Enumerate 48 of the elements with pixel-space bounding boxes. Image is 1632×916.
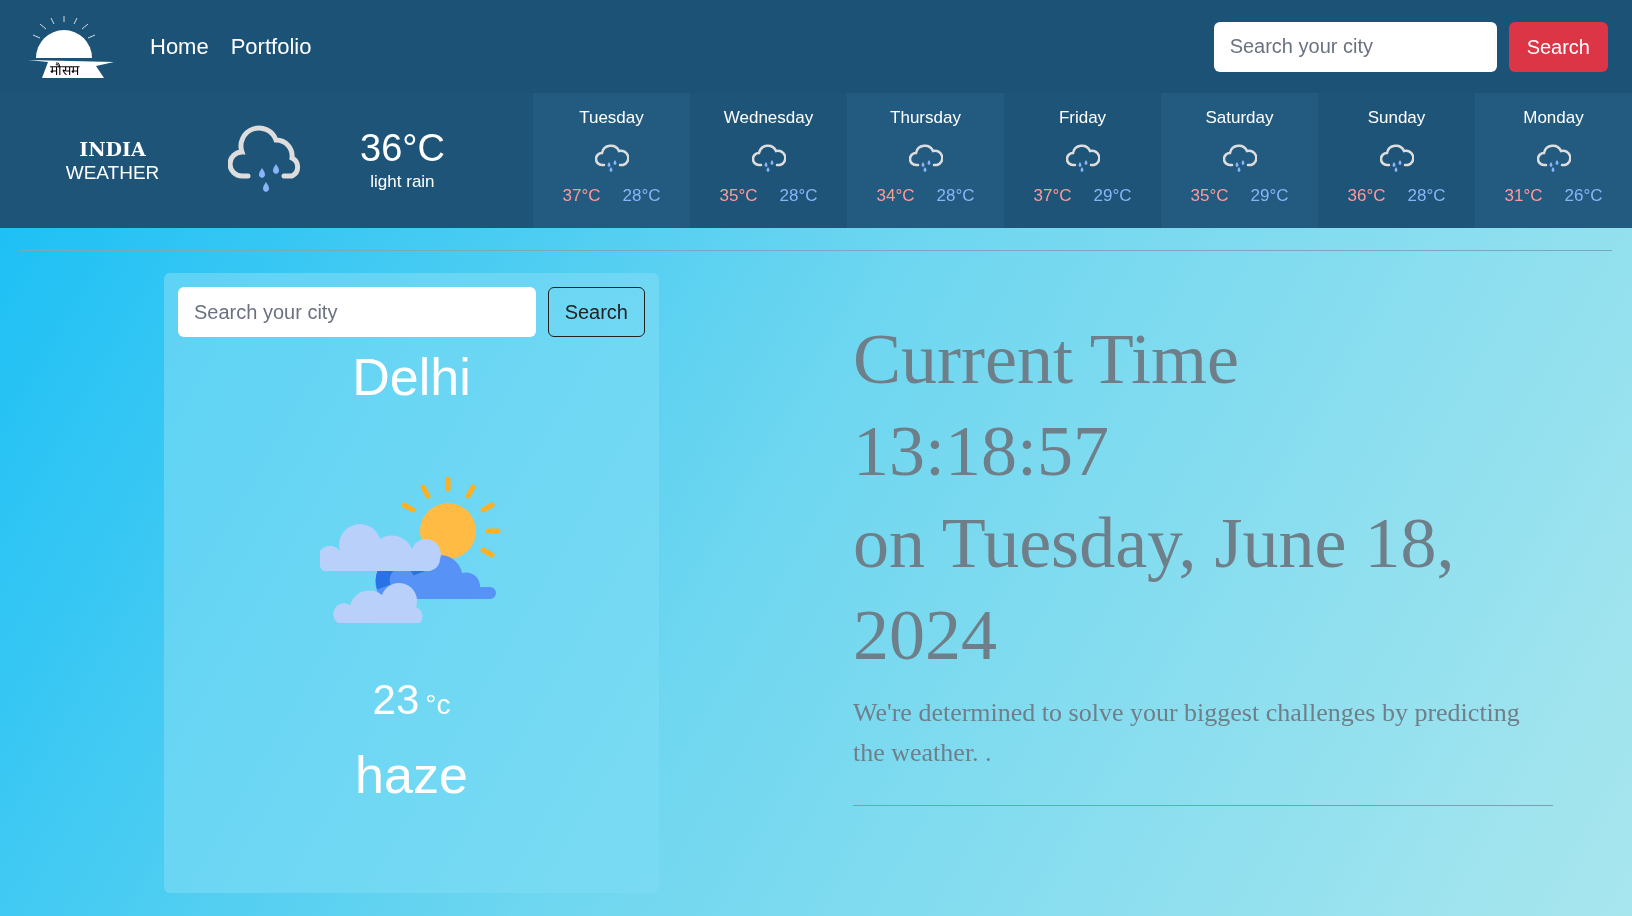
high-temperature: 35°C bbox=[719, 184, 758, 207]
city-name: Delhi bbox=[352, 347, 471, 407]
high-temperature: 31°C bbox=[1504, 184, 1543, 207]
title-text: INDIA bbox=[79, 137, 146, 161]
low-temperature: 28°C bbox=[779, 184, 818, 207]
logo-text: मौसम bbox=[50, 62, 79, 77]
search-field[interactable]: Search your city bbox=[178, 287, 536, 337]
high-temperature: 36°C bbox=[1347, 184, 1386, 207]
day-name: Saturday bbox=[1205, 107, 1274, 129]
nav-link[interactable]: Portfolio bbox=[230, 30, 312, 63]
rain-cloud-icon bbox=[908, 142, 943, 173]
day-name: Wednesday bbox=[723, 107, 814, 129]
high-temperature: 37°C bbox=[562, 184, 601, 207]
unit-text: °c bbox=[425, 688, 451, 722]
title-text: WEATHER bbox=[65, 160, 160, 184]
low-temperature: 29°C bbox=[1250, 184, 1289, 207]
nav-link[interactable]: Home bbox=[150, 30, 209, 63]
time-heading: 13:18:57 bbox=[853, 410, 1110, 493]
rain-cloud-icon bbox=[594, 142, 629, 173]
rain-cloud-icon bbox=[1222, 142, 1257, 173]
low-temperature: 28°C bbox=[936, 184, 975, 207]
day-name: Tuesday bbox=[579, 107, 644, 129]
day-name: Thursday bbox=[890, 107, 961, 129]
day-name: Monday bbox=[1523, 107, 1584, 129]
rain-cloud-icon bbox=[1065, 142, 1100, 173]
low-temperature: 26°C bbox=[1564, 184, 1603, 207]
low-temperature: 28°C bbox=[622, 184, 661, 207]
high-temperature: 34°C bbox=[876, 184, 915, 207]
rain-cloud-icon bbox=[1379, 142, 1414, 173]
day-name: Sunday bbox=[1367, 107, 1426, 129]
temperature-text: 23 bbox=[372, 677, 420, 723]
condition-text: haze bbox=[355, 745, 468, 805]
low-temperature: 29°C bbox=[1093, 184, 1132, 207]
low-temperature: 28°C bbox=[1407, 184, 1446, 207]
search-field[interactable]: Search your city bbox=[1213, 21, 1497, 72]
rain-cloud-icon bbox=[1536, 142, 1571, 173]
description-text: light rain bbox=[370, 170, 435, 193]
search-button[interactable]: Search bbox=[547, 287, 645, 337]
high-temperature: 35°C bbox=[1190, 184, 1229, 207]
temperature-text: 36°C bbox=[360, 126, 445, 169]
time-heading: Current Time bbox=[853, 318, 1241, 401]
logo[interactable]: मौसम bbox=[24, 15, 114, 78]
high-temperature: 37°C bbox=[1033, 184, 1072, 207]
rain-cloud-icon bbox=[751, 142, 786, 173]
tagline-text: We're determined to solve your biggest challenges by predicting the weather. . bbox=[853, 697, 1521, 769]
day-name: Friday bbox=[1058, 107, 1107, 129]
search-button[interactable]: Search bbox=[1508, 21, 1608, 72]
time-heading: on Tuesday, June 18, 2024 bbox=[853, 502, 1456, 677]
